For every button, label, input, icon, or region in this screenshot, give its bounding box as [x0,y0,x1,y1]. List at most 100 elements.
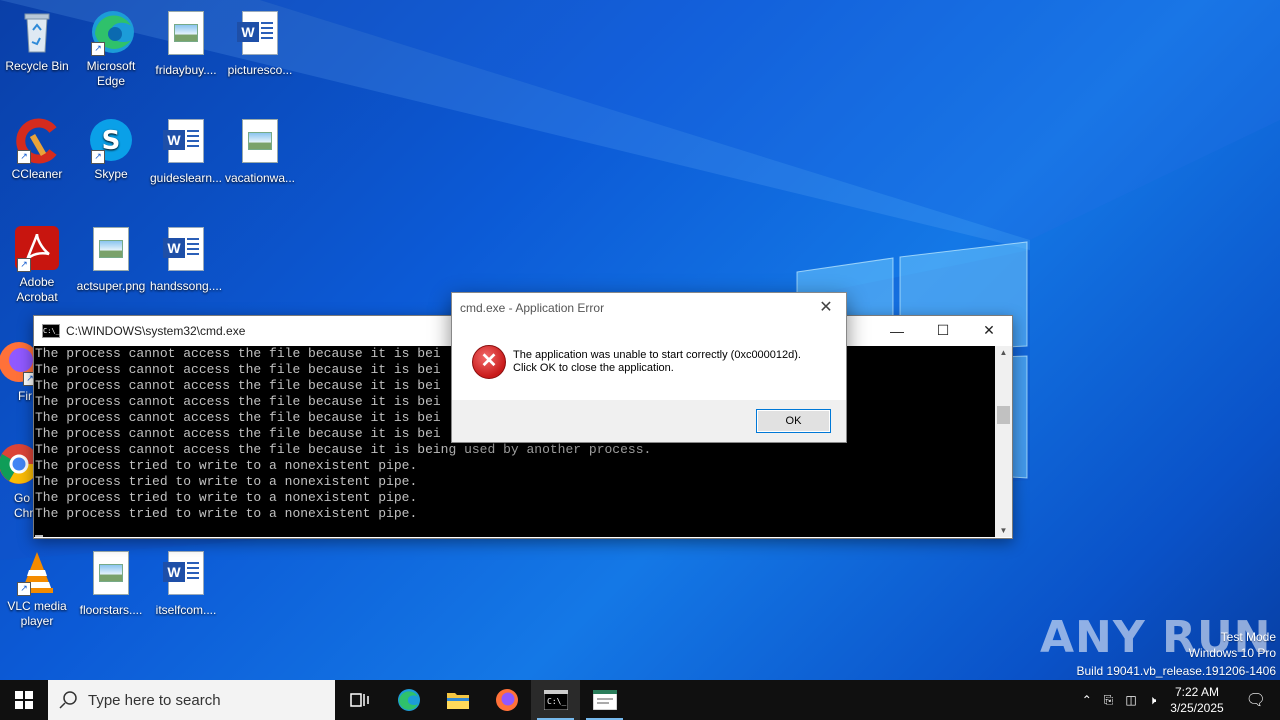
desktop-icon-label: handssong.... [149,279,223,293]
recycle-bin-icon [13,8,61,56]
shortcut-arrow-icon: ↗ [91,42,105,56]
dialog-footer: OK [452,400,846,442]
taskbar: Type here to search C:\_ ⌃ ⎘ ◫ 🕨 7:22 AM… [0,680,1280,720]
dialog-close-button[interactable]: ✕ [812,295,840,321]
console-line: The process tried to write to a nonexist… [35,506,418,521]
svg-text:C:\_: C:\_ [547,697,566,706]
desktop-icon-label: Adobe Acrobat [16,275,58,304]
desktop-icon-skype[interactable]: S ↗ Skype [74,116,148,182]
desktop-icon-itselfcom[interactable]: W itselfcom.... [149,548,223,618]
word-file-icon: W [163,227,204,271]
desktop-icon-recycle-bin[interactable]: Recycle Bin [0,8,74,74]
desktop-icon-label: fridaybuy.... [155,63,217,77]
desktop-icon-vlc[interactable]: ↗ VLC media player [0,548,74,629]
network-icon[interactable]: ◫ [1119,693,1142,707]
word-file-icon: W [237,11,278,55]
desktop-icon-label: Microsoft Edge [86,59,136,88]
scroll-down-icon[interactable]: ▼ [995,526,1012,535]
shortcut-arrow-icon: ↗ [17,150,31,164]
scroll-up-icon[interactable]: ▲ [995,348,1012,357]
image-file-icon [168,11,204,55]
desktop-icon-guideslearn[interactable]: W guideslearn... [149,116,223,186]
word-file-icon: W [163,551,204,595]
windows-start-icon [15,691,33,709]
shortcut-arrow-icon: ↗ [17,582,31,596]
show-hidden-icons-chevron-icon[interactable]: ⌃ [1076,693,1098,707]
desktop-icon-floorstars[interactable]: floorstars.... [74,548,148,618]
maximize-button[interactable]: ☐ [920,316,966,345]
desktop-icon-label: VLC media player [7,599,67,628]
desktop-icon-label: picturesco... [227,63,293,77]
console-line: The process tried to write to a nonexist… [35,458,418,473]
desktop-icon-label: vacationwa... [224,171,296,185]
acrobat-icon: ↗ [13,224,61,272]
notifications-icon[interactable]: 🗨 [1232,690,1280,710]
task-view-icon [349,693,369,707]
desktop-icon-edge[interactable]: ↗ Microsoft Edge [74,8,148,89]
ccleaner-icon: ↗ [13,116,61,164]
dialog-body: ✕ The application was unable to start co… [452,329,846,401]
desktop-icon-fridaybuy[interactable]: fridaybuy.... [149,8,223,78]
windows-build-text: Build 19041.vb_release.191206-1406 [1076,664,1277,678]
taskbar-cmd-button[interactable]: C:\_ [531,680,580,720]
dialog-message-line: The application was unable to start corr… [513,349,801,361]
windows-edition-text: Windows 10 Pro [1188,646,1276,660]
desktop-icon-actsuper[interactable]: actsuper.png [74,224,148,294]
desktop-icon-acrobat[interactable]: ↗ Adobe Acrobat [0,224,74,305]
desktop-icon-picturesco[interactable]: W picturesco... [223,8,297,78]
task-view-button[interactable] [335,680,384,720]
error-icon: ✕ [472,345,506,379]
firefox-icon [495,689,518,711]
dialog-message: The application was unable to start corr… [513,349,801,375]
cmd-icon: C:\_ [42,323,60,338]
desktop-icon-label: CCleaner [11,167,63,181]
scrollbar-thumb[interactable] [997,406,1010,424]
shortcut-arrow-icon: ↗ [91,150,105,164]
folder-icon [446,693,469,709]
image-file-icon [242,119,278,163]
cmd-window-title: C:\WINDOWS\system32\cmd.exe [66,323,246,338]
taskbar-app-error-button[interactable] [580,680,629,720]
search-placeholder: Type here to search [88,691,221,709]
console-cursor [35,535,43,537]
system-tray: ⌃ ⎘ ◫ 🕨 7:22 AM 3/25/2025 🗨 [1076,680,1280,720]
start-button[interactable] [0,680,48,720]
application-error-dialog[interactable]: cmd.exe - Application Error ✕ ✕ The appl… [451,292,847,443]
taskbar-clock[interactable]: 7:22 AM 3/25/2025 [1162,684,1231,716]
close-button[interactable]: ✕ [966,316,1012,345]
desktop-icon-label: actsuper.png [76,279,146,293]
console-line: The process tried to write to a nonexist… [35,474,418,489]
clock-date: 3/25/2025 [1170,701,1224,715]
desktop-icon-handssong[interactable]: W handssong.... [149,224,223,294]
cmd-icon: C:\_ [543,690,568,710]
cmd-scrollbar[interactable]: ▲ ▼ [995,346,1012,537]
desktop-icon-ccleaner[interactable]: ↗ CCleaner [0,116,74,182]
skype-icon: S ↗ [87,116,135,164]
taskbar-file-explorer-button[interactable] [433,680,482,720]
edge-icon [397,689,420,711]
device-icon[interactable]: ⎘ [1098,693,1120,708]
dialog-title: cmd.exe - Application Error [460,301,605,315]
minimize-button[interactable]: — [874,316,920,345]
application-window-icon [592,690,617,710]
search-icon [59,691,77,709]
desktop-icon-label: floorstars.... [79,603,143,617]
ok-button[interactable]: OK [756,409,831,433]
edge-icon: ↗ [87,8,135,56]
clock-time: 7:22 AM [1174,685,1219,699]
desktop-icon-label: guideslearn... [149,171,223,185]
taskbar-firefox-button[interactable] [482,680,531,720]
vlc-icon: ↗ [13,548,61,596]
test-mode-text: Test Mode [1220,630,1276,644]
shortcut-arrow-icon: ↗ [17,258,31,272]
taskbar-edge-button[interactable] [384,680,433,720]
desktop-icon-vacationwa[interactable]: vacationwa... [223,116,297,186]
image-file-icon [93,551,129,595]
taskbar-search-box[interactable]: Type here to search [48,680,335,720]
volume-icon[interactable]: 🕨 [1143,693,1163,708]
console-line: The process cannot access the file becau… [35,442,652,457]
dialog-message-line: Click OK to close the application. [513,362,674,374]
desktop-icon-label: Skype [94,167,128,181]
desktop-icon-label: Recycle Bin [5,59,69,73]
console-line: The process tried to write to a nonexist… [35,490,418,505]
